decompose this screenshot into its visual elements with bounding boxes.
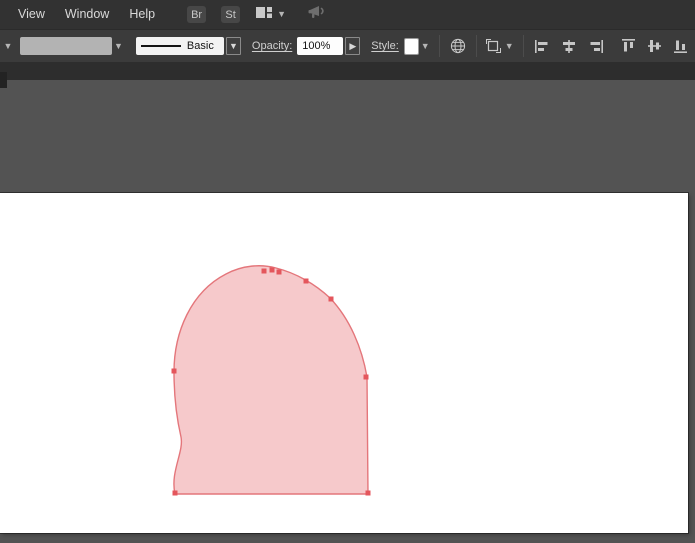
panel-menu-chevron-icon[interactable]: ▼ (2, 41, 14, 51)
control-bar: ▼ ▼ Basic ▼ Opacity: ▶ Style: ▼ ▼ (0, 29, 695, 62)
menu-bar: View Window Help Br St ▼ (0, 0, 695, 29)
align-horizontal-right-button[interactable] (589, 39, 603, 53)
align-vertical-top-button[interactable] (621, 39, 635, 53)
bridge-button[interactable]: Br (187, 6, 207, 23)
recolor-artwork-button[interactable] (449, 37, 467, 55)
canvas-workspace[interactable] (0, 80, 695, 543)
menu-window[interactable]: Window (55, 0, 119, 29)
anchor-point[interactable] (261, 268, 267, 274)
chevron-down-icon: ▼ (504, 40, 514, 51)
anchor-point[interactable] (328, 296, 334, 302)
anchor-point[interactable] (365, 490, 371, 496)
workspace-switcher-button[interactable]: ▼ (256, 6, 286, 24)
share-feedback-button[interactable] (308, 4, 328, 25)
opacity-input[interactable] (297, 37, 344, 55)
globe-icon (450, 38, 465, 54)
stroke-preview-line (140, 45, 181, 47)
anchor-point[interactable] (171, 368, 177, 374)
opacity-expand-button[interactable]: ▶ (345, 37, 361, 55)
align-horizontal-center-button[interactable] (562, 39, 576, 53)
style-label[interactable]: Style: (371, 40, 399, 52)
align-vertical-center-button[interactable] (647, 39, 661, 53)
align-vertical-bottom-button[interactable] (673, 39, 687, 53)
brush-dropdown-chevron[interactable]: ▼ (225, 37, 241, 55)
workspace-icon (256, 6, 273, 24)
anchor-point[interactable] (172, 490, 178, 496)
anchor-point[interactable] (303, 278, 309, 284)
width-profile-dropdown[interactable] (20, 37, 112, 55)
divider (522, 35, 524, 57)
anchor-point[interactable] (276, 269, 282, 275)
menu-help[interactable]: Help (119, 0, 165, 29)
align-to-dropdown[interactable]: ▼ (485, 39, 514, 53)
stock-button[interactable]: St (221, 6, 241, 23)
anchor-point[interactable] (269, 267, 275, 273)
artboard-icon (485, 39, 501, 53)
megaphone-icon (308, 4, 328, 25)
illustrator-window: { "menu_bar": { "items": ["View", "Windo… (0, 0, 695, 543)
brush-name-label: Basic (186, 40, 214, 52)
style-dropdown-chevron[interactable]: ▼ (421, 41, 430, 51)
chevron-down-icon: ▼ (277, 9, 286, 19)
menu-view[interactable]: View (8, 0, 55, 29)
opacity-label[interactable]: Opacity: (252, 40, 292, 52)
anchor-point[interactable] (363, 374, 369, 380)
divider (438, 35, 440, 57)
align-horizontal-left-button[interactable] (534, 39, 549, 53)
chevron-down-icon[interactable]: ▼ (114, 41, 123, 51)
document-tab-band (0, 62, 695, 88)
brush-definition-dropdown[interactable]: Basic (135, 37, 224, 55)
divider (475, 35, 477, 57)
style-swatch[interactable] (403, 37, 419, 55)
collapsed-panel-tab[interactable] (0, 72, 7, 88)
